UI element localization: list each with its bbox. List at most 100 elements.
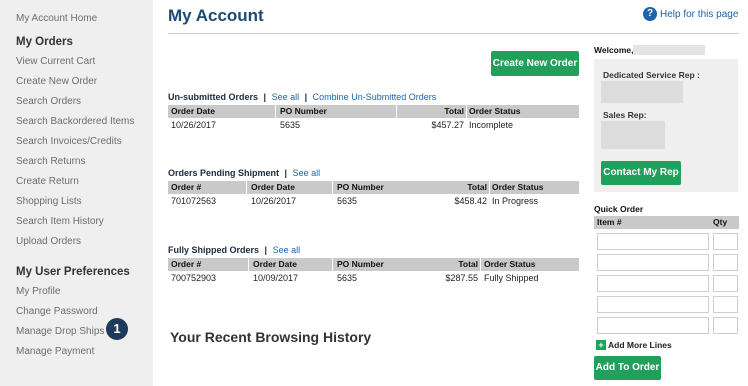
quick-order-item-input[interactable] (597, 317, 709, 334)
column-header-order-date: Order Date (171, 106, 215, 116)
help-link[interactable]: ? Help for this page (643, 7, 738, 21)
column-header-order-status: Order Status (484, 259, 536, 269)
column-header-po-number: PO Number (337, 182, 384, 192)
unsubmitted-orders-section: Un-submitted Orders | See all | Combine … (168, 91, 579, 132)
service-rep-redacted (601, 81, 683, 103)
pending-see-all-link[interactable]: See all (293, 168, 321, 178)
quick-order-qty-input[interactable] (713, 317, 738, 334)
table-row[interactable]: 10/26/2017 5635 $457.27 Incomplete (168, 118, 579, 132)
column-header-item-number: Item # (597, 217, 622, 227)
sidebar: My Account Home My Orders View Current C… (0, 0, 153, 386)
sidebar-link-create-new-order[interactable]: Create New Order (16, 72, 153, 92)
order-status-cell: In Progress (492, 196, 539, 206)
contact-my-rep-button[interactable]: Contact My Rep (601, 161, 681, 185)
add-more-lines-link[interactable]: + Add More Lines (596, 340, 672, 350)
service-rep-label: Dedicated Service Rep : (603, 70, 700, 80)
user-name-redacted (633, 45, 705, 55)
shipped-see-all-link[interactable]: See all (273, 245, 301, 255)
sidebar-link-create-return[interactable]: Create Return (16, 172, 153, 192)
column-header-order-date: Order Date (251, 182, 295, 192)
sidebar-link-my-profile[interactable]: My Profile (16, 282, 153, 302)
sidebar-link-upload-orders[interactable]: Upload Orders (16, 232, 153, 252)
sidebar-link-change-password[interactable]: Change Password (16, 302, 153, 322)
sidebar-link-search-item-history[interactable]: Search Item History (16, 212, 153, 232)
column-divider (332, 258, 333, 271)
quick-order-qty-input[interactable] (713, 254, 738, 271)
sidebar-heading-user-preferences: My User Preferences (16, 266, 130, 278)
column-header-po-number: PO Number (280, 106, 327, 116)
title-divider (168, 33, 739, 34)
order-status-cell: Fully Shipped (484, 273, 539, 283)
pending-shipment-title: Orders Pending Shipment (168, 168, 280, 178)
sidebar-link-manage-drop-ships[interactable]: Manage Drop Ships (16, 322, 153, 342)
quick-order-qty-input[interactable] (713, 233, 738, 250)
step-number-badge: 1 (106, 318, 128, 340)
column-divider (480, 258, 481, 271)
recent-browsing-history-title: Your Recent Browsing History (170, 329, 372, 345)
pending-shipment-table: Order # Order Date PO Number Total Order… (168, 181, 579, 208)
column-divider (466, 105, 467, 118)
po-number-cell: 5635 (337, 196, 358, 206)
order-status-cell: Incomplete (469, 120, 514, 130)
column-divider (248, 258, 249, 271)
add-more-lines-label: Add More Lines (608, 340, 672, 350)
order-date-cell: 10/09/2017 (253, 273, 299, 283)
help-link-label: Help for this page (660, 8, 739, 20)
fully-shipped-header: Fully Shipped Orders | See all (168, 244, 579, 256)
column-header-total: Total (444, 106, 464, 116)
column-header-order-status: Order Status (492, 182, 544, 192)
sidebar-link-view-current-cart[interactable]: View Current Cart (16, 52, 153, 72)
unsubmitted-orders-table: Order Date PO Number Total Order Status … (168, 105, 579, 132)
sidebar-link-manage-payment[interactable]: Manage Payment (16, 342, 153, 362)
page-title: My Account (168, 6, 264, 25)
column-header-total: Total (467, 182, 487, 192)
create-new-order-button[interactable]: Create New Order (491, 51, 579, 76)
welcome-label: Welcome, (594, 45, 634, 55)
column-header-order-date: Order Date (253, 259, 297, 269)
table-header: Order # Order Date PO Number Total Order… (168, 258, 579, 271)
quick-order-qty-input[interactable] (713, 275, 738, 292)
sidebar-link-shopping-lists[interactable]: Shopping Lists (16, 192, 153, 212)
column-divider (275, 105, 276, 118)
column-divider (332, 181, 333, 194)
separator: | (284, 168, 288, 178)
sales-rep-label: Sales Rep: (603, 110, 647, 120)
sidebar-link-search-returns[interactable]: Search Returns (16, 152, 153, 172)
total-cell: $458.42 (454, 196, 487, 206)
unsubmitted-see-all-link[interactable]: See all (272, 92, 300, 102)
unsubmitted-orders-title: Un-submitted Orders (168, 92, 259, 102)
plus-icon: + (596, 340, 606, 350)
order-date-cell: 10/26/2017 (251, 196, 297, 206)
quick-order-header: Item # Qty (594, 216, 739, 229)
quick-order-qty-input[interactable] (713, 296, 738, 313)
table-header: Order Date PO Number Total Order Status (168, 105, 579, 118)
sidebar-link-account-home[interactable]: My Account Home (16, 9, 153, 29)
quick-order-item-input[interactable] (597, 254, 709, 271)
pending-shipment-section: Orders Pending Shipment | See all Order … (168, 167, 579, 208)
table-row[interactable]: 700752903 10/09/2017 5635 $287.55 Fully … (168, 271, 579, 285)
order-date-cell: 10/26/2017 (171, 120, 217, 130)
separator: | (263, 92, 267, 102)
column-divider (489, 181, 490, 194)
quick-order-item-input[interactable] (597, 296, 709, 313)
sidebar-link-search-backordered-items[interactable]: Search Backordered Items (16, 112, 153, 132)
total-cell: $287.55 (445, 273, 478, 283)
table-row[interactable]: 701072563 10/26/2017 5635 $458.42 In Pro… (168, 194, 579, 208)
combine-unsubmitted-link[interactable]: Combine Un-Submitted Orders (313, 92, 437, 102)
column-header-order-number: Order # (171, 259, 202, 269)
sidebar-heading-my-orders: My Orders (16, 36, 73, 48)
column-header-order-status: Order Status (469, 106, 521, 116)
column-header-total: Total (458, 259, 478, 269)
quick-order-item-input[interactable] (597, 275, 709, 292)
fully-shipped-section: Fully Shipped Orders | See all Order # O… (168, 244, 579, 285)
help-question-icon: ? (643, 7, 657, 21)
add-to-order-button[interactable]: Add To Order (594, 356, 661, 380)
sidebar-link-search-orders[interactable]: Search Orders (16, 92, 153, 112)
sidebar-link-search-invoices-credits[interactable]: Search Invoices/Credits (16, 132, 153, 152)
order-number-cell: 701072563 (171, 196, 217, 206)
quick-order-item-input[interactable] (597, 233, 709, 250)
sales-rep-redacted (601, 121, 665, 149)
pending-shipment-header: Orders Pending Shipment | See all (168, 167, 579, 179)
fully-shipped-table: Order # Order Date PO Number Total Order… (168, 258, 579, 285)
